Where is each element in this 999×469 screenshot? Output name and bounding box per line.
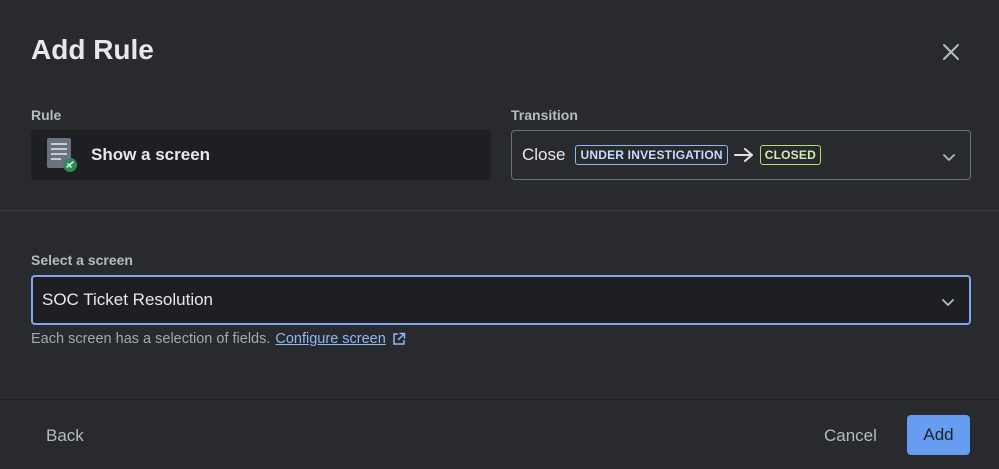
chevron-down-icon xyxy=(942,150,956,168)
close-icon xyxy=(943,44,959,60)
screen-helper: Each screen has a selection of fields. C… xyxy=(31,331,406,347)
rule-label: Rule xyxy=(31,107,62,123)
add-rule-dialog: Add Rule Rule Show a screen Transition C… xyxy=(0,0,999,469)
cancel-button[interactable]: Cancel xyxy=(812,416,889,456)
external-link-icon[interactable] xyxy=(392,332,406,346)
document-screen-icon xyxy=(45,137,77,173)
from-status-badge: UNDER INVESTIGATION xyxy=(575,145,728,165)
back-button[interactable]: Back xyxy=(36,416,94,456)
transition-label: Transition xyxy=(511,107,578,123)
chevron-down-icon xyxy=(941,295,955,313)
rule-value: Show a screen xyxy=(91,145,211,164)
to-status-badge: CLOSED xyxy=(759,145,821,165)
close-button[interactable] xyxy=(936,37,966,67)
screen-select[interactable]: SOC Ticket Resolution xyxy=(31,275,971,325)
background-page-hint xyxy=(380,0,650,2)
screen-select-value: SOC Ticket Resolution xyxy=(42,290,214,309)
dialog-title: Add Rule xyxy=(31,34,154,65)
helper-text: Each screen has a selection of fields. xyxy=(31,331,271,347)
arrow-right-icon xyxy=(733,148,754,162)
transition-name: Close xyxy=(522,145,566,164)
rule-display: Show a screen xyxy=(31,130,491,180)
add-button[interactable]: Add xyxy=(907,415,970,455)
configure-screen-link[interactable]: Configure screen xyxy=(275,331,385,347)
section-divider xyxy=(0,210,999,211)
transition-select[interactable]: Close UNDER INVESTIGATION CLOSED xyxy=(511,130,971,180)
screen-select-label: Select a screen xyxy=(31,252,133,268)
